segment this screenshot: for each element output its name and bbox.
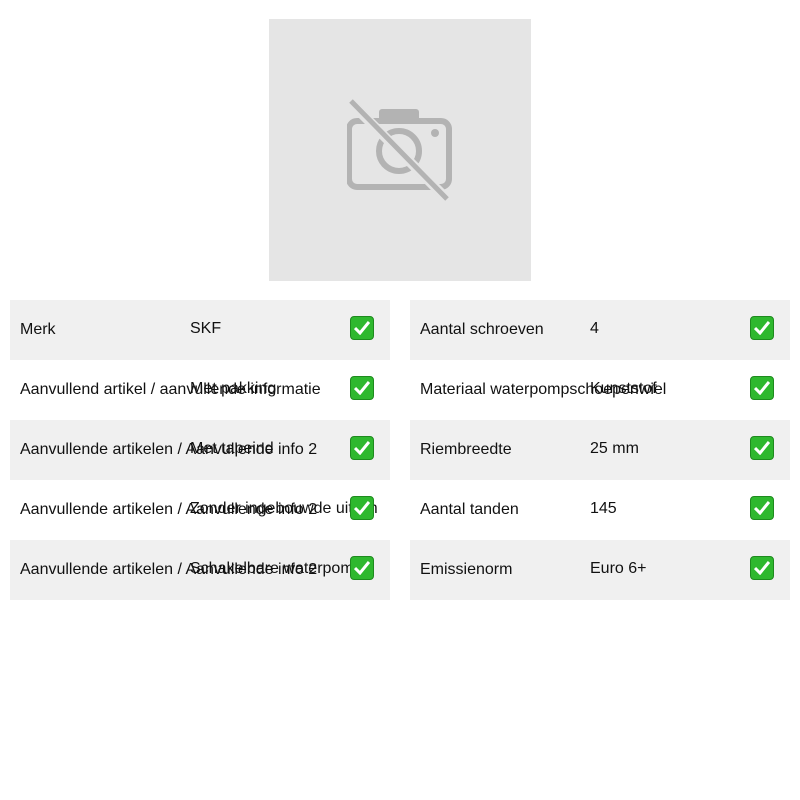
spec-label: Riembreedte <box>420 441 512 458</box>
check-icon <box>750 316 774 340</box>
spec-row: Merk SKF <box>10 300 390 360</box>
spec-table-left: Merk SKF Aanvullend artikel / aanvullend… <box>10 300 390 600</box>
spec-value: Met tapeind <box>190 440 274 457</box>
spec-value: Euro 6+ <box>590 560 647 577</box>
product-image-placeholder <box>269 19 531 281</box>
spec-value: 4 <box>590 320 599 337</box>
spec-value: 145 <box>590 500 617 517</box>
spec-label: Aantal tanden <box>420 501 519 518</box>
spec-row: Aanvullend artikel / aanvullende informa… <box>10 360 390 420</box>
spec-row: Aanvullende artikelen / Aanvullende info… <box>10 420 390 480</box>
check-icon <box>350 436 374 460</box>
check-icon <box>350 496 374 520</box>
check-icon <box>750 496 774 520</box>
spec-row: Riembreedte 25 mm <box>410 420 790 480</box>
spec-value: Met pakking <box>190 380 277 397</box>
spec-value: Kunststof <box>590 380 657 397</box>
spec-value: SKF <box>190 320 222 337</box>
check-icon <box>750 556 774 580</box>
spec-row: Aanvullende artikelen / Aanvullende info… <box>10 480 390 540</box>
spec-value: Schakelbare waterpomp <box>190 560 363 577</box>
spec-row: Materiaal waterpompschoepenwiel Kunststo… <box>410 360 790 420</box>
check-icon <box>350 556 374 580</box>
spec-label: Aantal schroeven <box>420 321 544 338</box>
spec-row: Aantal schroeven 4 <box>410 300 790 360</box>
spec-row: Aantal tanden 145 <box>410 480 790 540</box>
check-icon <box>750 436 774 460</box>
check-icon <box>350 376 374 400</box>
camera-off-icon <box>347 99 452 203</box>
spec-value: 25 mm <box>590 440 639 457</box>
spec-row: Emissienorm Euro 6+ <box>410 540 790 600</box>
spec-row: Aanvullende artikelen / Aanvullende info… <box>10 540 390 600</box>
spec-label: Emissienorm <box>420 561 513 578</box>
spec-label: Merk <box>20 321 56 338</box>
check-icon <box>750 376 774 400</box>
check-icon <box>350 316 374 340</box>
spec-table-right: Aantal schroeven 4 Materiaal waterpompsc… <box>410 300 790 600</box>
